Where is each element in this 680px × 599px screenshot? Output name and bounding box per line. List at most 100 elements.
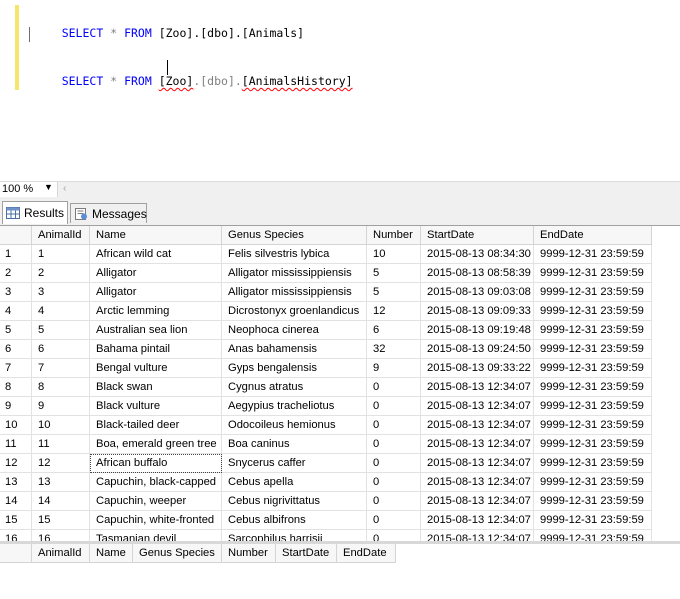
cell-animalid[interactable]: 13 [32,473,90,492]
cell-startdate[interactable]: 2015-08-13 12:34:07 [421,473,534,492]
tab-results[interactable]: Results [2,201,68,224]
column-header-startdate[interactable]: StartDate [421,226,534,245]
cell-row-number[interactable]: 11 [0,435,32,454]
cell-name[interactable]: Alligator [90,283,222,302]
history-results-grid[interactable]: AnimalId Name Genus Species Number StartDate… [0,544,680,599]
cell-genus-species[interactable]: Cebus apella [222,473,367,492]
cell-startdate[interactable]: 2015-08-13 08:34:30 [421,245,534,264]
table-row[interactable]: 6 6 Bahama pintail Anas bahamensis 32 2015-08… [0,340,652,359]
cell-row-number[interactable]: 5 [0,321,32,340]
cell-enddate[interactable]: 9999-12-31 23:59:59 [534,378,652,397]
cell-row-number[interactable]: 14 [0,492,32,511]
cell-animalid[interactable]: 16 [32,530,90,541]
column-header-number[interactable]: Number [222,544,276,563]
cell-name[interactable]: Black vulture [90,397,222,416]
table-row[interactable]: 11 11 Boa, emerald green tree Boa caninus 0 2… [0,435,652,454]
cell-enddate[interactable]: 9999-12-31 23:59:59 [534,530,652,541]
cell-animalid[interactable]: 6 [32,340,90,359]
cell-genus-species[interactable]: Boa caninus [222,435,367,454]
cell-animalid[interactable]: 14 [32,492,90,511]
table-row[interactable]: 16 16 Tasmanian devil Sarcophilus harrisii 0… [0,530,652,541]
column-header-number[interactable]: Number [367,226,421,245]
grid-corner-cell[interactable] [0,544,32,563]
cell-enddate[interactable]: 9999-12-31 23:59:59 [534,340,652,359]
cell-startdate[interactable]: 2015-08-13 12:34:07 [421,397,534,416]
cell-animalid[interactable]: 9 [32,397,90,416]
table-row[interactable]: 5 5 Australian sea lion Neophoca cinerea 6 20… [0,321,652,340]
query-line-1[interactable]: SELECT * FROM [Zoo].[dbo].[Animals] [34,12,304,54]
cell-row-number[interactable]: 10 [0,416,32,435]
cell-genus-species[interactable]: Odocoileus hemionus [222,416,367,435]
cell-row-number[interactable]: 13 [0,473,32,492]
cell-genus-species[interactable]: Anas bahamensis [222,340,367,359]
cell-genus-species[interactable]: Alligator mississippiensis [222,264,367,283]
cell-name[interactable]: Black swan [90,378,222,397]
cell-number[interactable]: 0 [367,492,421,511]
cell-row-number[interactable]: 4 [0,302,32,321]
cell-number[interactable]: 0 [367,397,421,416]
cell-row-number[interactable]: 12 [0,454,32,473]
zoom-dropdown[interactable]: 100 % ▼ [0,182,58,197]
cell-enddate[interactable]: 9999-12-31 23:59:59 [534,359,652,378]
cell-enddate[interactable]: 9999-12-31 23:59:59 [534,245,652,264]
cell-name[interactable]: Tasmanian devil [90,530,222,541]
cell-enddate[interactable]: 9999-12-31 23:59:59 [534,264,652,283]
cell-row-number[interactable]: 3 [0,283,32,302]
cell-name[interactable]: Capuchin, white-fronted [90,511,222,530]
column-header-genus-species[interactable]: Genus Species [222,226,367,245]
table-row[interactable]: 1 1 African wild cat Felis silvestris lybic… [0,245,652,264]
column-header-genus-species[interactable]: Genus Species [133,544,222,563]
cell-startdate[interactable]: 2015-08-13 12:34:07 [421,492,534,511]
cell-number[interactable]: 0 [367,530,421,541]
cell-name[interactable]: Australian sea lion [90,321,222,340]
table-row[interactable]: 7 7 Bengal vulture Gyps bengalensis 9 2015-08… [0,359,652,378]
cell-genus-species[interactable]: Cebus nigrivittatus [222,492,367,511]
cell-name[interactable]: African wild cat [90,245,222,264]
cell-name[interactable]: Capuchin, weeper [90,492,222,511]
cell-startdate[interactable]: 2015-08-13 12:34:07 [421,378,534,397]
table-row[interactable]: 9 9 Black vulture Aegypius tracheliotus 0 201… [0,397,652,416]
cell-startdate[interactable]: 2015-08-13 09:09:33 [421,302,534,321]
cell-name[interactable]: Black-tailed deer [90,416,222,435]
cell-number[interactable]: 10 [367,245,421,264]
cell-animalid[interactable]: 12 [32,454,90,473]
cell-number[interactable]: 0 [367,454,421,473]
cell-animalid[interactable]: 15 [32,511,90,530]
cell-enddate[interactable]: 9999-12-31 23:59:59 [534,416,652,435]
column-header-animalid[interactable]: AnimalId [32,544,90,563]
cell-number[interactable]: 5 [367,264,421,283]
cell-name[interactable]: Boa, emerald green tree [90,435,222,454]
cell-number[interactable]: 0 [367,511,421,530]
cell-enddate[interactable]: 9999-12-31 23:59:59 [534,492,652,511]
scroll-left-icon[interactable]: ‹ [63,183,66,194]
cell-number[interactable]: 0 [367,435,421,454]
cell-startdate[interactable]: 2015-08-13 12:34:07 [421,530,534,541]
column-header-name[interactable]: Name [90,226,222,245]
cell-number[interactable]: 0 [367,473,421,492]
cell-genus-species[interactable]: Cygnus atratus [222,378,367,397]
table-row[interactable]: 8 8 Black swan Cygnus atratus 0 2015-08-13 12… [0,378,652,397]
cell-animalid[interactable]: 1 [32,245,90,264]
cell-number[interactable]: 0 [367,416,421,435]
cell-row-number[interactable]: 15 [0,511,32,530]
cell-startdate[interactable]: 2015-08-13 12:34:07 [421,435,534,454]
cell-number[interactable]: 6 [367,321,421,340]
query-editor[interactable]: SELECT * FROM [Zoo].[dbo].[Animals] SELE… [0,0,680,181]
cell-name[interactable]: African buffalo [90,454,222,473]
chevron-down-icon[interactable]: ▼ [44,182,53,192]
cell-startdate[interactable]: 2015-08-13 12:34:07 [421,454,534,473]
cell-startdate[interactable]: 2015-08-13 12:34:07 [421,416,534,435]
grid-header-row[interactable]: AnimalId Name Genus Species Number StartDate… [0,226,652,245]
cell-name[interactable]: Alligator [90,264,222,283]
cell-number[interactable]: 5 [367,283,421,302]
table-row[interactable]: 13 13 Capuchin, black-capped Cebus apella 0 2… [0,473,652,492]
cell-animalid[interactable]: 7 [32,359,90,378]
cell-enddate[interactable]: 9999-12-31 23:59:59 [534,473,652,492]
cell-row-number[interactable]: 2 [0,264,32,283]
table-row[interactable]: 15 15 Capuchin, white-fronted Cebus albifro… [0,511,652,530]
cell-name[interactable]: Capuchin, black-capped [90,473,222,492]
column-header-enddate[interactable]: EndDate [534,226,652,245]
column-header-enddate[interactable]: EndDate [337,544,396,563]
cell-genus-species[interactable]: Gyps bengalensis [222,359,367,378]
cell-startdate[interactable]: 2015-08-13 09:03:08 [421,283,534,302]
